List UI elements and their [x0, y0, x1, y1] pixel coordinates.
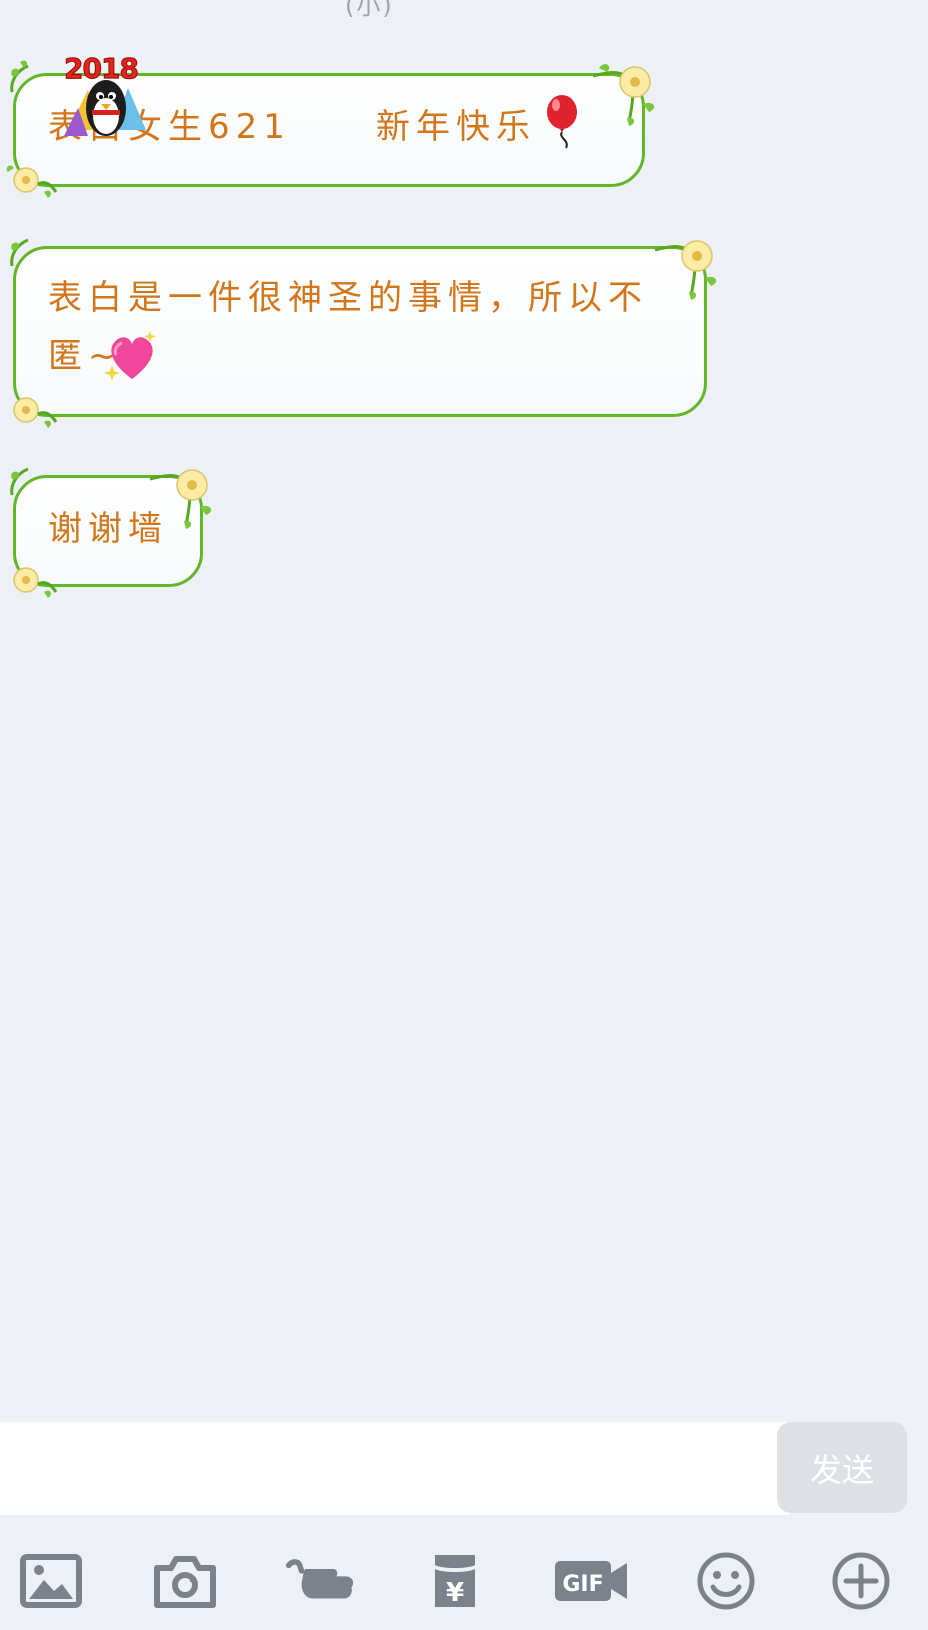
chat-screen: (小) 表白女生621 新年快乐 2018 表白是一件很神圣的事情，所以不 匿~…: [0, 0, 928, 1630]
gif-icon[interactable]: GIF: [553, 1548, 629, 1614]
image-icon[interactable]: [16, 1548, 86, 1614]
message-text: 谢谢墙: [48, 509, 168, 549]
message-bubble[interactable]: 表白是一件很神圣的事情，所以不 匿~: [13, 246, 707, 417]
sparkling-heart-icon: [102, 329, 160, 401]
plus-icon[interactable]: [826, 1548, 896, 1614]
red-envelope-icon[interactable]: ¥: [420, 1548, 490, 1614]
send-button[interactable]: 发送: [777, 1422, 907, 1513]
message-text-right: 新年快乐: [376, 107, 536, 147]
sticker-year-text: 2018: [64, 52, 140, 86]
poke-hand-icon[interactable]: [285, 1548, 355, 1614]
top-fragment-text: (小): [345, 0, 394, 20]
message-text-line1: 表白是一件很神圣的事情，所以不: [48, 278, 648, 318]
emoji-icon[interactable]: [691, 1548, 761, 1614]
balloon-icon: [544, 94, 582, 168]
message-bubble[interactable]: 谢谢墙: [13, 475, 203, 587]
input-toolbar: ¥ GIF: [0, 1530, 928, 1630]
camera-icon[interactable]: [150, 1548, 220, 1614]
message-input[interactable]: [0, 1422, 795, 1515]
gif-label: GIF: [562, 1572, 603, 1597]
penguin-2018-sticker: 2018: [58, 50, 154, 142]
envelope-yen-symbol: ¥: [446, 1578, 464, 1608]
